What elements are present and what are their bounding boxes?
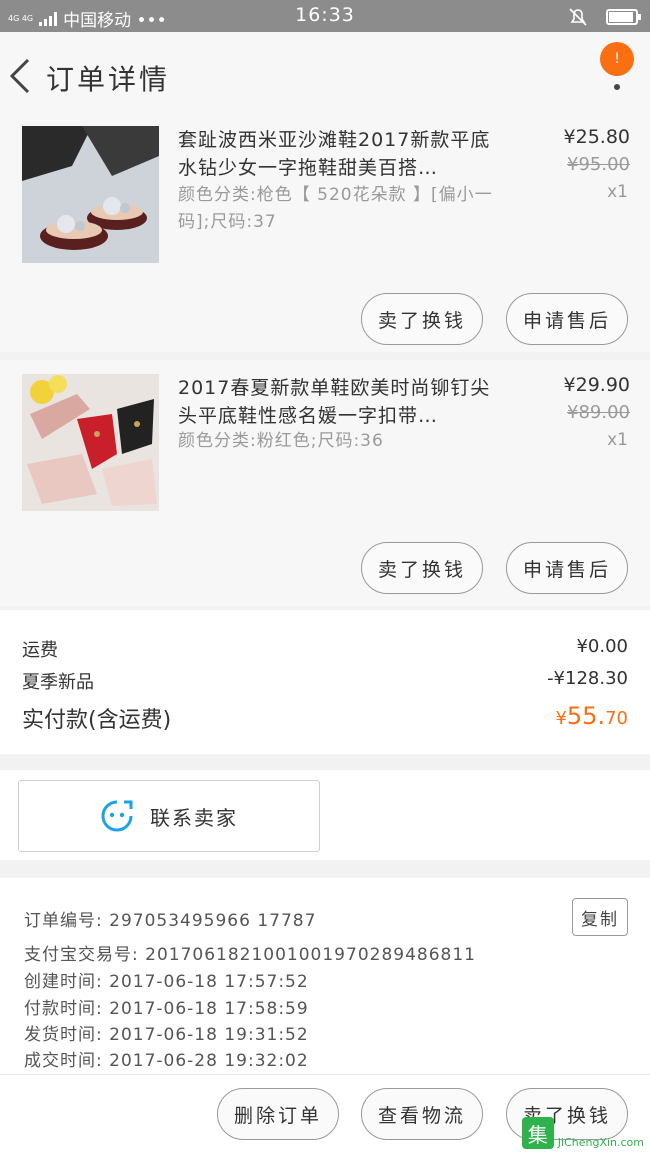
delete-order-button[interactable]: 删除订单	[217, 1088, 339, 1140]
contact-seller-label: 联系卖家	[150, 805, 238, 830]
alipay-number: 支付宝交易号: 2017061821001001970289486811	[24, 945, 476, 965]
watermark: 集 JiChengXin.com	[521, 1117, 644, 1149]
original-price: ¥95.00	[567, 154, 630, 175]
promo-row: 夏季新品 -¥128.30	[22, 668, 628, 694]
paid-row: 实付款(含运费) ¥55.70	[22, 702, 628, 734]
page-title: 订单详情	[46, 63, 171, 96]
app-header: 订单详情 !	[0, 32, 650, 122]
after-sale-button[interactable]: 申请售后	[506, 542, 628, 594]
product-spec: 颜色分类:粉红色;尺码:36	[178, 431, 384, 451]
price-summary: 运费 ¥0.00 夏季新品 -¥128.30 实付款(含运费) ¥55.70	[0, 610, 650, 754]
product-image[interactable]	[22, 374, 159, 511]
created-time: 创建时间: 2017-06-18 17:57:52	[24, 972, 309, 992]
product-price: ¥25.80	[563, 126, 630, 148]
clock: 16:33	[295, 4, 355, 26]
copy-button[interactable]: 复制	[572, 898, 628, 936]
product-image[interactable]	[22, 126, 159, 263]
promo-value: -¥128.30	[547, 668, 628, 689]
product-name[interactable]: 2017春夏新款单鞋欧美时尚铆钉尖头平底鞋性感名媛一字扣带…	[178, 374, 508, 430]
watermark-text: JiChengXin.com	[557, 1136, 644, 1149]
shipping-value: ¥0.00	[576, 636, 628, 657]
product-spec: 颜色分类:枪色【 520花朵款 】[偏小一码];尺码:37	[178, 185, 493, 232]
order-item[interactable]: 套趾波西米亚沙滩鞋2017新款平底水钻少女一字拖鞋甜美百搭… 颜色分类:枪色【 …	[0, 112, 650, 352]
chat-face-icon	[101, 800, 133, 832]
contact-seller-button[interactable]: 联系卖家	[18, 780, 320, 852]
quantity: x1	[607, 182, 628, 202]
sell-button[interactable]: 卖了换钱	[361, 542, 483, 594]
status-bar: 4G 4G 中国移动 ••• 16:33	[0, 0, 650, 32]
paid-label: 实付款(含运费)	[22, 708, 172, 733]
sell-button[interactable]: 卖了换钱	[361, 293, 483, 345]
contact-section: 联系卖家	[0, 770, 650, 860]
order-number: 订单编号: 297053495966 17787	[24, 911, 317, 931]
bell-muted-icon	[569, 8, 587, 26]
product-name[interactable]: 套趾波西米亚沙滩鞋2017新款平底水钻少女一字拖鞋甜美百搭…	[178, 126, 508, 182]
product-price: ¥29.90	[563, 374, 630, 396]
completed-time: 成交时间: 2017-06-28 19:32:02	[24, 1051, 309, 1071]
view-logistics-button[interactable]: 查看物流	[361, 1088, 483, 1140]
notification-badge[interactable]: !	[600, 42, 634, 76]
after-sale-button[interactable]: 申请售后	[506, 293, 628, 345]
order-item[interactable]: 2017春夏新款单鞋欧美时尚铆钉尖头平底鞋性感名媛一字扣带… 颜色分类:粉红色;…	[0, 360, 650, 606]
shipping-row: 运费 ¥0.00	[22, 636, 628, 662]
paid-time: 付款时间: 2017-06-18 17:58:59	[24, 999, 309, 1019]
original-price: ¥89.00	[567, 402, 630, 423]
order-info: 订单编号: 297053495966 17787 复制 支付宝交易号: 2017…	[0, 878, 650, 1074]
bottom-action-bar: 删除订单 查看物流 卖了换钱 集 JiChengXin.com	[0, 1074, 650, 1155]
promo-label: 夏季新品	[22, 672, 94, 693]
paid-amount: ¥55.70	[555, 702, 628, 730]
back-arrow-icon[interactable]	[6, 54, 36, 98]
quantity: x1	[607, 430, 628, 450]
shipping-label: 运费	[22, 640, 58, 661]
watermark-logo: 集	[521, 1117, 554, 1149]
battery-icon	[606, 9, 641, 25]
shipped-time: 发货时间: 2017-06-18 19:31:52	[24, 1025, 309, 1045]
